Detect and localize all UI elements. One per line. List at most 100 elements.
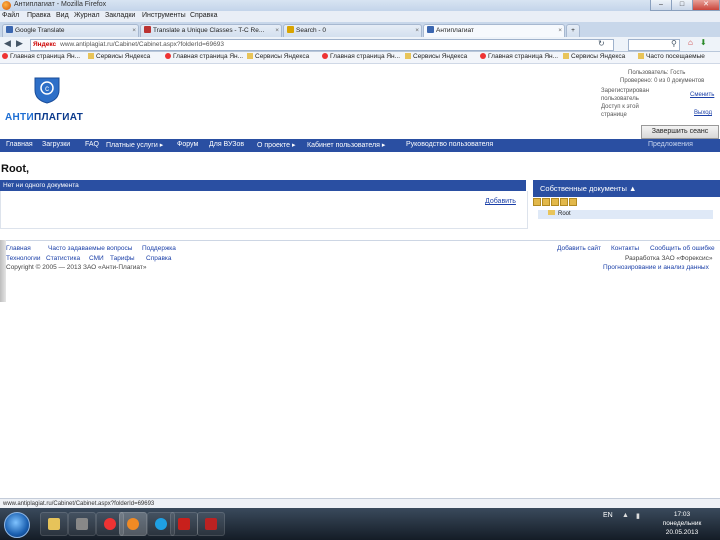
bookmark-yandex[interactable]: Главная страница Ян... [2, 53, 80, 60]
page-title: Root, [1, 163, 30, 175]
delete-folder-icon[interactable] [551, 198, 559, 206]
logo-text[interactable]: АНТИПЛАГИАТ [5, 112, 83, 123]
nav-cabinet[interactable]: Кабинет пользователя ▸ [307, 141, 385, 149]
forward-icon[interactable]: ▶ [16, 38, 23, 49]
footer-tech-link[interactable]: Технологии [6, 255, 41, 262]
bookmark-services[interactable]: Сервисы Яндекса [247, 53, 309, 60]
folder-root[interactable]: Root [538, 210, 713, 219]
taskbar-explorer[interactable] [40, 512, 68, 536]
footer-media-link[interactable]: СМИ [89, 255, 104, 262]
url-text: www.antiplagiat.ru/Cabinet/Cabinet.aspx?… [60, 41, 224, 48]
reload-icon[interactable]: ↻ [598, 39, 605, 48]
close-tab-icon[interactable]: × [558, 25, 562, 37]
menu-bar: Файл Правка Вид Журнал Закладки Инструме… [0, 11, 720, 22]
nav-faq[interactable]: FAQ [85, 141, 99, 148]
search-site-icon [287, 26, 294, 33]
nav-about[interactable]: О проекте ▸ [257, 141, 295, 149]
footer-help-link[interactable]: Справка [146, 255, 172, 262]
taskbar-firefox[interactable] [119, 512, 147, 536]
bookmark-most-visited[interactable]: Часто посещаемые [638, 53, 705, 60]
menu-history[interactable]: Журнал [74, 12, 100, 19]
upload-icon[interactable] [569, 198, 577, 206]
end-session-button[interactable]: Завершить сеанс [641, 125, 719, 139]
bookmark-services[interactable]: Сервисы Яндекса [88, 53, 150, 60]
tab-translate[interactable]: Translate a Unique Classes - T-C Re... × [140, 24, 282, 37]
footer-stats-link[interactable]: Статистика [46, 255, 80, 262]
tab-antiplagiat[interactable]: Антиплагиат × [423, 24, 565, 37]
footer-contacts-link[interactable]: Контакты [611, 245, 639, 252]
bookmark-services[interactable]: Сервисы Яндекса [563, 53, 625, 60]
main-navigation: Главная Загрузки FAQ Платные услуги ▸ Фо… [0, 139, 720, 152]
nav-manual[interactable]: Руководство пользователя [406, 141, 493, 148]
exit-link[interactable]: Выход [694, 110, 712, 116]
skype-icon [155, 518, 167, 530]
yandex-icon [480, 53, 486, 59]
maximize-button[interactable]: □ [671, 0, 693, 11]
menu-tools[interactable]: Инструменты [142, 12, 186, 19]
footer-forecasting-link[interactable]: Прогнозирование и анализ данных [603, 264, 709, 271]
menu-edit[interactable]: Правка [27, 12, 51, 19]
footer-developer: Разработка ЗАО «Форексис» [625, 255, 713, 262]
footer-tariffs-link[interactable]: Тарифы [110, 255, 135, 262]
close-tab-icon[interactable]: × [415, 25, 419, 37]
yandex-label: Яндекс [33, 41, 57, 48]
taskbar-acrobat[interactable] [170, 512, 198, 536]
logo-part1: АНТИ [5, 112, 34, 123]
home-icon[interactable]: ⌂ [688, 38, 693, 47]
nav-universities[interactable]: Для ВУЗов [209, 141, 244, 148]
add-document-link[interactable]: Добавить [485, 198, 516, 205]
checked-line: Проверено: 0 из 0 документов [620, 78, 705, 84]
footer-report-error-link[interactable]: Сообщить об ошибке [650, 245, 715, 252]
close-button[interactable]: ✕ [692, 0, 720, 11]
new-folder-icon[interactable] [533, 198, 541, 206]
menu-view[interactable]: Вид [56, 12, 69, 19]
tray-network-icon[interactable]: ▮ [636, 512, 640, 520]
registered-text-2: пользователь [601, 96, 639, 102]
media-icon [76, 518, 88, 530]
footer-faq-link[interactable]: Часто задаваемые вопросы [48, 245, 132, 252]
nav-forum[interactable]: Форум [177, 141, 198, 148]
nav-home[interactable]: Главная [6, 141, 33, 148]
bookmark-yandex[interactable]: Главная страница Ян... [322, 53, 400, 60]
download-icon[interactable]: ⬇ [700, 38, 707, 47]
language-indicator[interactable]: EN [603, 512, 613, 519]
title-bar: Антиплагиат - Mozilla Firefox – □ ✕ [0, 0, 720, 11]
folder-icon [88, 53, 94, 59]
clock-day: понедельник [662, 520, 702, 527]
folder-icon [48, 518, 60, 530]
move-folder-icon[interactable] [560, 198, 568, 206]
tray-arrow-icon[interactable]: ▲ [622, 512, 629, 519]
close-tab-icon[interactable]: × [275, 25, 279, 37]
minimize-button[interactable]: – [650, 0, 672, 11]
taskbar-app[interactable] [197, 512, 225, 536]
footer-add-site-link[interactable]: Добавить сайт [557, 245, 601, 252]
bookmark-services[interactable]: Сервисы Яндекса [405, 53, 467, 60]
nav-paid-services[interactable]: Платные услуги ▸ [106, 141, 163, 149]
taskbar-media[interactable] [68, 512, 96, 536]
bookmark-yandex[interactable]: Главная страница Ян... [165, 53, 243, 60]
back-icon[interactable]: ◀ [4, 38, 11, 49]
footer-home-link[interactable]: Главная [6, 245, 31, 252]
tab-google-translate[interactable]: Google Translate × [2, 24, 139, 37]
menu-help[interactable]: Справка [190, 12, 217, 19]
tab-search[interactable]: Search - 0 × [283, 24, 422, 37]
menu-file[interactable]: Файл [2, 12, 19, 19]
menu-bookmarks[interactable]: Закладки [105, 12, 135, 19]
folder-icon [638, 53, 644, 59]
change-link[interactable]: Сменить [690, 92, 714, 98]
footer-support-link[interactable]: Поддержка [142, 245, 176, 252]
own-documents-header[interactable]: Собственные документы ▲ [533, 180, 720, 197]
bookmark-yandex[interactable]: Главная страница Ян... [480, 53, 558, 60]
search-icon[interactable]: ⚲ [671, 39, 677, 48]
clock[interactable]: 17:03 понедельник 20.05.2013 [652, 510, 712, 537]
rename-folder-icon[interactable] [542, 198, 550, 206]
clock-date: 20.05.2013 [665, 529, 699, 536]
tab-label: Антиплагиат [436, 27, 474, 34]
close-tab-icon[interactable]: × [132, 25, 136, 37]
antiplagiat-logo-shield-icon[interactable]: c [34, 76, 60, 104]
nav-suggestions[interactable]: Предложения [648, 141, 693, 148]
address-bar[interactable]: Яндекс www.antiplagiat.ru/Cabinet/Cabinet… [30, 39, 614, 51]
nav-downloads[interactable]: Загрузки [42, 141, 70, 148]
start-button[interactable] [4, 512, 30, 538]
new-tab-button[interactable]: + [566, 24, 580, 37]
